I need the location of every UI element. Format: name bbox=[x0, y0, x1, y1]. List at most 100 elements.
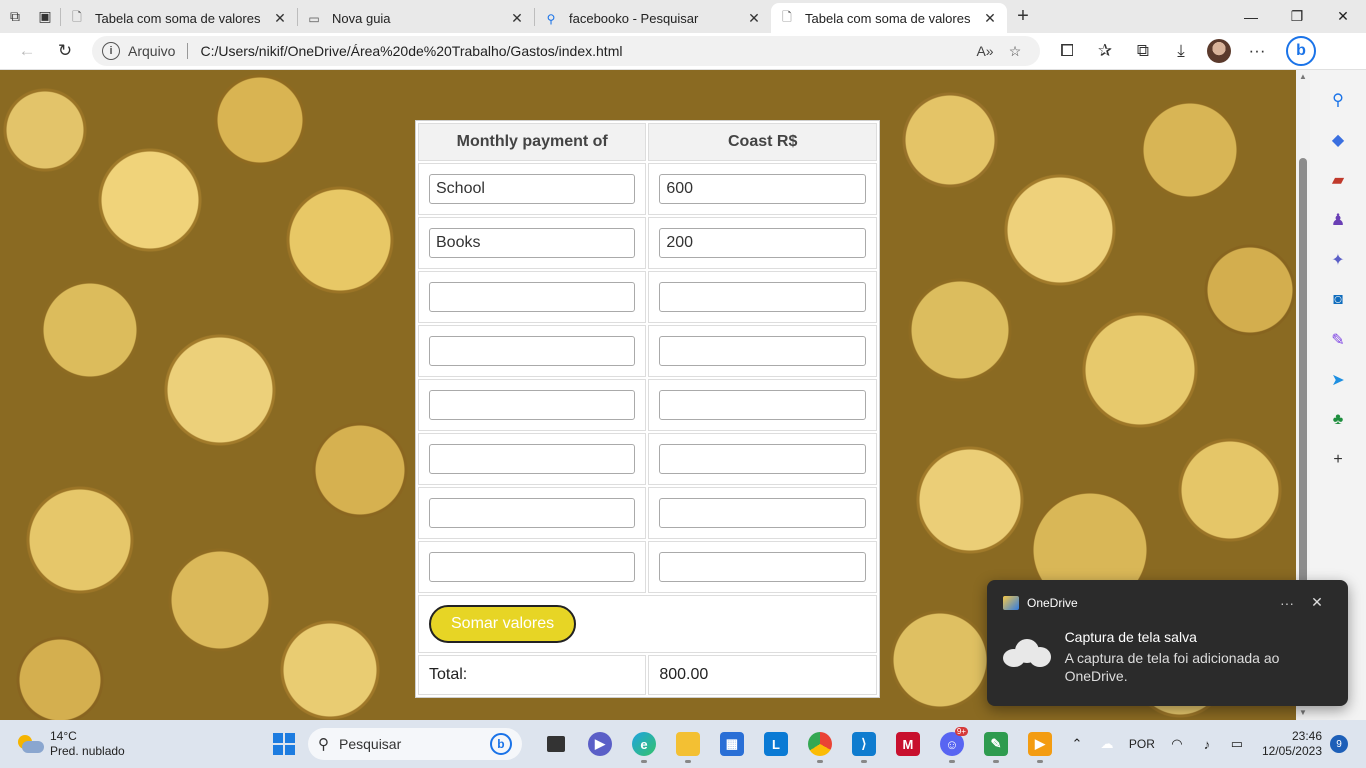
profile-button[interactable] bbox=[1200, 35, 1238, 67]
tab-nova-guia[interactable]: ▭ Nova guia ✕ bbox=[298, 5, 534, 33]
add-favorite-icon[interactable]: ☆ bbox=[1000, 43, 1030, 60]
store-icon[interactable]: ▦ bbox=[710, 724, 754, 764]
l-app-icon[interactable]: L bbox=[754, 724, 798, 764]
notification-count-badge[interactable]: 9 bbox=[1330, 735, 1348, 753]
cost-input[interactable] bbox=[659, 174, 866, 204]
video-editor-icon[interactable]: ▶ bbox=[1018, 724, 1062, 764]
cloudy-icon bbox=[16, 733, 44, 755]
bing-chat-icon[interactable]: b bbox=[1286, 36, 1316, 66]
tab-label: facebooko - Pesquisar bbox=[569, 11, 699, 26]
vscode-icon[interactable]: ⟩ bbox=[842, 724, 886, 764]
new-tab-button[interactable]: + bbox=[1007, 3, 1039, 31]
meet-icon[interactable]: ▶ bbox=[578, 724, 622, 764]
read-aloud-icon[interactable]: A» bbox=[970, 43, 1000, 59]
item-input[interactable] bbox=[429, 336, 636, 366]
close-window-button[interactable]: ✕ bbox=[1320, 1, 1366, 33]
cost-input[interactable] bbox=[659, 444, 866, 474]
tab-facebooko[interactable]: ⚲ facebooko - Pesquisar ✕ bbox=[535, 5, 771, 33]
cloud-icon bbox=[1003, 637, 1051, 667]
expenses-table: Monthly payment of Coast R$ School 600 B… bbox=[416, 121, 879, 697]
address-bar[interactable]: i Arquivo C:/Users/nikif/OneDrive/Área%2… bbox=[92, 36, 1040, 66]
mcafee-icon[interactable]: M bbox=[886, 724, 930, 764]
item-input[interactable] bbox=[429, 444, 636, 474]
clock[interactable]: 23:46 12/05/2023 bbox=[1262, 729, 1322, 759]
item-input[interactable] bbox=[429, 498, 636, 528]
cost-input[interactable] bbox=[659, 228, 866, 258]
collections-icon[interactable]: ⧉ bbox=[1124, 35, 1162, 67]
weather-widget[interactable]: 14°C Pred. nublado bbox=[16, 729, 164, 759]
header-item: Monthly payment of bbox=[418, 123, 647, 161]
refresh-button[interactable]: ↻ bbox=[46, 35, 84, 67]
start-button[interactable] bbox=[264, 724, 304, 764]
onedrive-notification[interactable]: OneDrive ··· ✕ Captura de tela salva A c… bbox=[987, 580, 1348, 706]
notification-message: A captura de tela foi adicionada ao OneD… bbox=[1064, 650, 1280, 684]
taskbar-search[interactable]: ⚲ Pesquisar b bbox=[308, 728, 522, 760]
sum-values-button[interactable]: Somar valores bbox=[429, 605, 577, 643]
tools-icon[interactable]: ▰ bbox=[1320, 160, 1356, 200]
close-icon[interactable]: ✕ bbox=[271, 10, 289, 27]
m365-icon[interactable]: ✦ bbox=[1320, 240, 1356, 280]
tab-actions-icon[interactable]: ▣ bbox=[30, 2, 60, 32]
cost-input[interactable] bbox=[659, 282, 866, 312]
button-cell: Somar valores bbox=[418, 595, 877, 653]
notepad-icon[interactable]: ✎ bbox=[974, 724, 1018, 764]
chrome-icon[interactable] bbox=[798, 724, 842, 764]
search-icon[interactable]: ⚲ bbox=[1320, 80, 1356, 120]
task-view-button[interactable] bbox=[534, 724, 578, 764]
close-icon[interactable]: ✕ bbox=[745, 10, 763, 27]
item-input[interactable] bbox=[429, 228, 636, 258]
extensions-icon[interactable]: ⧠ bbox=[1048, 35, 1086, 67]
minimize-button[interactable]: — bbox=[1228, 1, 1274, 33]
onedrive-tray-icon[interactable]: ☁ bbox=[1092, 736, 1122, 752]
cost-input[interactable] bbox=[659, 336, 866, 366]
cost-input[interactable] bbox=[659, 552, 866, 582]
outlook-icon[interactable]: ◙ bbox=[1320, 280, 1356, 320]
item-cell bbox=[418, 271, 647, 323]
cost-input[interactable] bbox=[659, 390, 866, 420]
file-explorer-icon[interactable] bbox=[666, 724, 710, 764]
send-icon[interactable]: ➤ bbox=[1320, 360, 1356, 400]
designer-icon[interactable]: ✎ bbox=[1320, 320, 1356, 360]
taskbar: 14°C Pred. nublado ⚲ Pesquisar b ▶ e ▦ L… bbox=[0, 720, 1366, 768]
item-input[interactable] bbox=[429, 552, 636, 582]
item-input[interactable] bbox=[429, 390, 636, 420]
back-button[interactable]: ← bbox=[8, 35, 46, 67]
avatar bbox=[1207, 39, 1231, 63]
wifi-icon[interactable]: ◠ bbox=[1162, 736, 1192, 752]
item-input[interactable] bbox=[429, 174, 636, 204]
language-indicator[interactable]: POR bbox=[1122, 737, 1162, 751]
more-options-icon[interactable]: ··· bbox=[1272, 595, 1302, 611]
info-icon[interactable]: i bbox=[102, 42, 120, 60]
table-row bbox=[418, 487, 877, 539]
scroll-down-icon[interactable]: ▼ bbox=[1296, 706, 1310, 720]
more-icon[interactable]: ··· bbox=[1238, 35, 1276, 67]
favorites-icon[interactable]: ✰ bbox=[1086, 35, 1124, 67]
workspaces-icon[interactable]: ⧉ bbox=[0, 2, 30, 32]
add-icon[interactable]: + bbox=[1320, 440, 1356, 480]
volume-icon[interactable]: ♪ bbox=[1192, 737, 1222, 752]
notification-title: Captura de tela salva bbox=[1064, 629, 1197, 645]
total-value: 800.00 bbox=[648, 655, 877, 695]
downloads-icon[interactable]: ⤓ bbox=[1162, 35, 1200, 67]
search-icon: ⚲ bbox=[546, 11, 556, 26]
shopping-icon[interactable]: ◆ bbox=[1320, 120, 1356, 160]
table-header-row: Monthly payment of Coast R$ bbox=[418, 123, 877, 161]
close-icon[interactable]: ✕ bbox=[1302, 594, 1332, 611]
url-text[interactable]: C:/Users/nikif/OneDrive/Área%20de%20Trab… bbox=[200, 43, 970, 59]
cost-input[interactable] bbox=[659, 498, 866, 528]
games-icon[interactable]: ♟ bbox=[1320, 200, 1356, 240]
close-icon[interactable]: ✕ bbox=[508, 10, 526, 27]
item-input[interactable] bbox=[429, 282, 636, 312]
chevron-up-icon[interactable]: ⌃ bbox=[1062, 736, 1092, 752]
tab-tabela-active[interactable]: 🗋 Tabela com soma de valores ✕ bbox=[771, 3, 1007, 33]
restore-button[interactable]: ❐ bbox=[1274, 1, 1320, 33]
close-icon[interactable]: ✕ bbox=[981, 10, 999, 27]
tab-tabela-1[interactable]: 🗋 Tabela com soma de valores ✕ bbox=[61, 5, 297, 33]
scroll-up-icon[interactable]: ▲ bbox=[1296, 70, 1310, 84]
battery-icon[interactable]: ▭ bbox=[1222, 736, 1252, 752]
windows-icon bbox=[273, 733, 296, 755]
edge-icon[interactable]: e bbox=[622, 724, 666, 764]
tree-icon[interactable]: ♣ bbox=[1320, 400, 1356, 440]
item-cell bbox=[418, 433, 647, 485]
discord-icon[interactable]: ☺ 9+ bbox=[930, 724, 974, 764]
